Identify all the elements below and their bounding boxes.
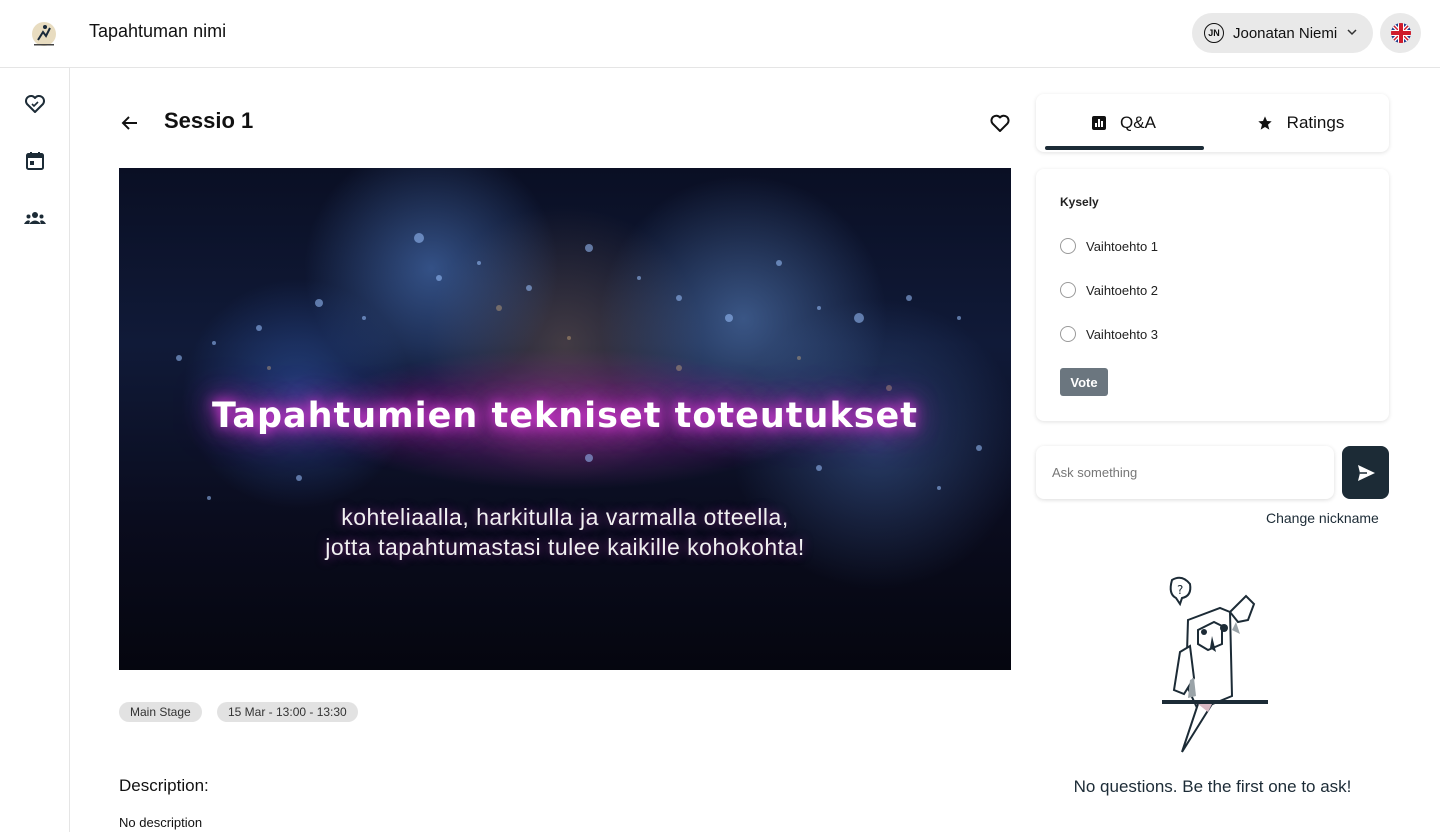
active-tab-indicator (1045, 146, 1204, 150)
radio-button[interactable] (1060, 238, 1076, 254)
poll-option[interactable]: Vaihtoehto 2 (1060, 280, 1158, 300)
owl-illustration: ? (1150, 570, 1280, 756)
poll-card: Kysely Vaihtoehto 1 Vaihtoehto 2 Vaihtoe… (1036, 169, 1389, 421)
back-button[interactable] (119, 112, 141, 134)
send-icon (1357, 464, 1375, 481)
user-avatar: JN (1204, 23, 1224, 43)
heart-icon (25, 95, 45, 113)
description-text: No description (119, 815, 203, 830)
sidebar-item-favorites[interactable] (23, 92, 47, 116)
empty-questions-message: No questions. Be the first one to ask! (1073, 777, 1352, 796)
change-nickname-link[interactable]: Change nickname (1266, 510, 1379, 526)
chevron-down-icon (1347, 28, 1357, 39)
hero-headline: Tapahtumien tekniset toteutukset (211, 396, 919, 436)
send-button[interactable] (1342, 446, 1389, 499)
chart-icon (1092, 116, 1107, 130)
radio-button[interactable] (1060, 282, 1076, 298)
poll-option-label: Vaihtoehto 2 (1086, 282, 1159, 298)
event-title: Tapahtuman nimi (89, 21, 227, 41)
logo[interactable] (28, 18, 60, 50)
tab-qa[interactable]: Q&A (1036, 94, 1212, 152)
arrow-left-icon (121, 116, 137, 130)
calendar-icon (26, 152, 44, 170)
time-tag: 15 Mar - 13:00 - 13:30 (217, 702, 358, 722)
radio-button[interactable] (1060, 326, 1076, 342)
session-hero-image: Tapahtumien tekniset toteutukset kohteli… (119, 168, 1011, 670)
poll-option[interactable]: Vaihtoehto 1 (1060, 236, 1158, 256)
hero-subline-2: jotta tapahtumastasi tulee kaikille koho… (325, 534, 805, 560)
user-menu-button[interactable]: JN Joonatan Niemi (1192, 13, 1373, 53)
poll-option[interactable]: Vaihtoehto 3 (1060, 324, 1158, 344)
description-heading: Description: (119, 776, 209, 795)
sidebar (0, 68, 70, 832)
tab-ratings-label: Ratings (1286, 113, 1345, 132)
star-icon (1258, 116, 1272, 130)
favorite-button[interactable] (988, 111, 1012, 135)
user-name: Joonatan Niemi (1233, 24, 1338, 42)
tab-ratings[interactable]: Ratings (1212, 94, 1389, 152)
poll-option-label: Vaihtoehto 1 (1086, 238, 1159, 254)
sidebar-item-calendar[interactable] (23, 149, 47, 173)
stage-tag: Main Stage (119, 702, 202, 722)
language-button[interactable] (1380, 13, 1421, 53)
hero-subline-1: kohteliaalla, harkitulla ja varmalla ott… (341, 504, 789, 530)
poll-title: Kysely (1060, 195, 1099, 209)
sidebar-item-people[interactable] (23, 206, 47, 230)
top-bar: Tapahtuman nimi JN Joonatan Niemi (0, 0, 1440, 68)
heart-outline-icon (990, 114, 1010, 132)
poll-option-label: Vaihtoehto 3 (1086, 326, 1159, 342)
page-title: Sessio 1 (164, 108, 254, 133)
panel-tabs: Q&A Ratings (1036, 94, 1389, 152)
uk-flag-icon (1390, 23, 1411, 43)
tab-qa-label: Q&A (1120, 113, 1156, 132)
people-icon (24, 212, 46, 224)
vote-button[interactable]: Vote (1060, 368, 1108, 396)
svg-text:?: ? (1177, 583, 1183, 597)
ask-question-input[interactable] (1036, 446, 1334, 499)
